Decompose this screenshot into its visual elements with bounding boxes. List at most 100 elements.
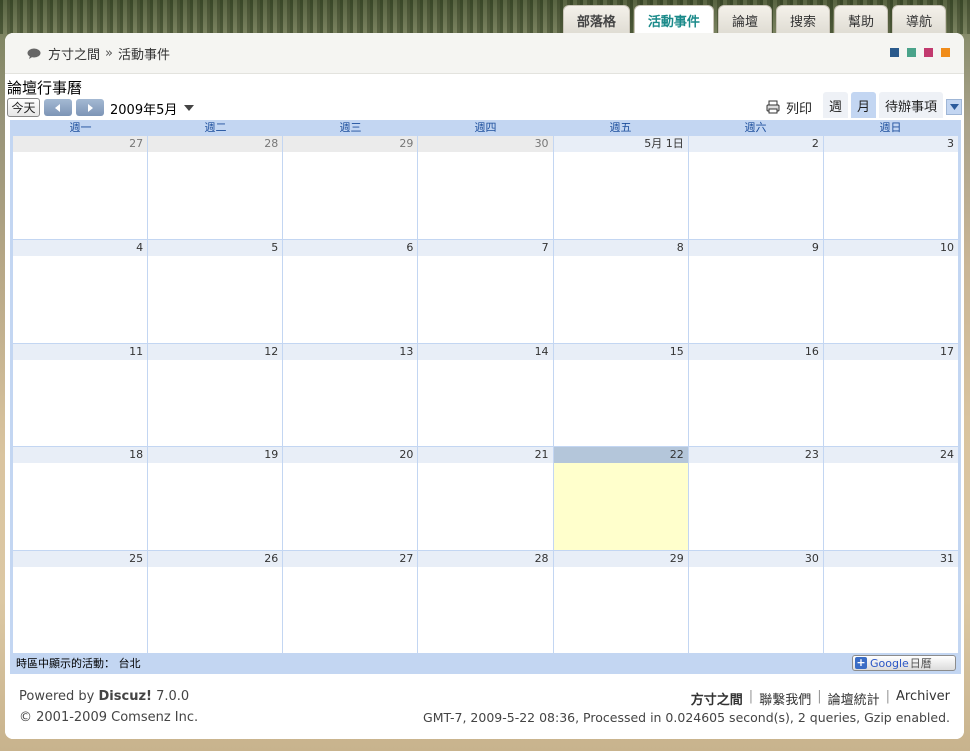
day-number[interactable]: 22: [553, 447, 688, 464]
day-events-area[interactable]: [418, 567, 552, 653]
day-cell[interactable]: 6: [282, 240, 418, 343]
add-to-google-calendar-button[interactable]: + Google 日曆: [852, 655, 956, 672]
day-cell[interactable]: 23: [687, 447, 823, 550]
view-options-dropdown[interactable]: [946, 99, 962, 115]
previous-month-button[interactable]: [44, 99, 72, 116]
day-cell[interactable]: 16: [687, 343, 823, 447]
tab-forum[interactable]: 論壇: [717, 5, 772, 35]
day-number[interactable]: 6: [283, 240, 418, 257]
day-events-area[interactable]: [689, 463, 823, 549]
day-cell[interactable]: 2: [687, 136, 823, 240]
day-number[interactable]: 3: [823, 136, 958, 152]
day-cell[interactable]: 3: [822, 136, 958, 240]
day-number[interactable]: 4: [13, 240, 148, 257]
day-events-area[interactable]: [554, 152, 688, 239]
day-events-area[interactable]: [13, 360, 147, 446]
day-cell[interactable]: 28: [147, 136, 283, 240]
day-events-area[interactable]: [824, 567, 958, 653]
print-button[interactable]: 列印: [766, 96, 812, 118]
tab-week-view[interactable]: 週: [822, 92, 848, 118]
tab-agenda-view[interactable]: 待辦事項: [878, 92, 943, 118]
day-cell[interactable]: 19: [147, 447, 283, 550]
day-cell[interactable]: 12: [147, 343, 283, 447]
day-cell[interactable]: 8: [552, 240, 688, 343]
day-cell[interactable]: 7: [417, 240, 553, 343]
day-events-area[interactable]: [148, 152, 282, 239]
day-events-area[interactable]: [283, 463, 417, 549]
day-cell[interactable]: 13: [282, 343, 418, 447]
day-number[interactable]: 13: [283, 343, 418, 360]
day-events-area[interactable]: [283, 360, 417, 446]
day-number[interactable]: 5: [148, 240, 283, 257]
day-events-area[interactable]: [13, 463, 147, 549]
day-events-area[interactable]: [824, 360, 958, 446]
discuz-link[interactable]: Discuz!: [99, 689, 152, 704]
day-events-area[interactable]: [148, 256, 282, 342]
day-cell[interactable]: 18: [13, 447, 148, 549]
day-cell[interactable]: 27: [282, 550, 418, 653]
tab-navigation[interactable]: 導航: [891, 5, 946, 35]
day-events-area[interactable]: [689, 360, 823, 446]
day-number[interactable]: 29: [553, 550, 688, 567]
day-events-area[interactable]: [13, 152, 147, 239]
footer-link-archiver[interactable]: Archiver: [896, 689, 950, 708]
day-events-area[interactable]: [148, 360, 282, 446]
day-cell[interactable]: 30: [417, 136, 553, 240]
day-number[interactable]: 29: [283, 136, 418, 152]
day-events-area[interactable]: [418, 152, 552, 239]
day-cell[interactable]: 21: [417, 447, 553, 550]
day-cell[interactable]: 31: [822, 550, 958, 653]
day-number[interactable]: 27: [283, 550, 418, 567]
day-events-area[interactable]: [418, 256, 552, 342]
tab-search[interactable]: 搜索: [775, 5, 830, 35]
day-number[interactable]: 30: [688, 550, 823, 567]
day-number[interactable]: 15: [553, 343, 688, 360]
day-cell[interactable]: 20: [282, 447, 418, 550]
day-number[interactable]: 14: [418, 343, 553, 360]
day-events-area[interactable]: [689, 152, 823, 239]
day-events-area[interactable]: [824, 152, 958, 239]
day-number[interactable]: 17: [823, 343, 958, 360]
tab-month-view[interactable]: 月: [850, 92, 876, 118]
day-cell[interactable]: 29: [282, 136, 418, 240]
day-events-area[interactable]: [824, 463, 958, 549]
day-events-area[interactable]: [13, 256, 147, 342]
tab-blog[interactable]: 部落格: [562, 5, 630, 35]
day-number[interactable]: 9: [688, 240, 823, 257]
day-number[interactable]: 19: [148, 447, 283, 464]
breadcrumb-home-link[interactable]: 方寸之間: [48, 44, 100, 63]
day-cell-today[interactable]: 22: [552, 447, 688, 550]
day-number[interactable]: 26: [148, 550, 283, 567]
day-cell[interactable]: 10: [822, 240, 958, 343]
day-number[interactable]: 21: [418, 447, 553, 464]
day-number[interactable]: 2: [688, 136, 823, 152]
day-events-area[interactable]: [13, 567, 147, 653]
day-events-area[interactable]: [418, 463, 552, 549]
day-number[interactable]: 23: [688, 447, 823, 464]
day-events-area[interactable]: [689, 567, 823, 653]
copyright-text[interactable]: © 2001-2009 Comsenz Inc.: [19, 710, 198, 725]
day-cell[interactable]: 9: [687, 240, 823, 343]
day-events-area[interactable]: [418, 360, 552, 446]
day-cell[interactable]: 4: [13, 240, 148, 342]
day-number[interactable]: 27: [13, 136, 148, 152]
footer-link-home[interactable]: 方寸之間: [691, 689, 743, 708]
theme-swatch-green[interactable]: [907, 48, 916, 57]
day-number[interactable]: 28: [418, 550, 553, 567]
day-events-area[interactable]: [283, 152, 417, 239]
day-events-area[interactable]: [824, 256, 958, 342]
day-number[interactable]: 18: [13, 447, 148, 464]
day-number[interactable]: 20: [283, 447, 418, 464]
day-cell[interactable]: 27: [13, 136, 148, 239]
day-number[interactable]: 31: [823, 550, 958, 567]
day-events-area[interactable]: [553, 463, 688, 550]
day-events-area[interactable]: [554, 567, 688, 653]
day-number[interactable]: 8: [553, 240, 688, 257]
next-month-button[interactable]: [76, 99, 104, 116]
theme-swatch-orange[interactable]: [941, 48, 950, 57]
tab-events[interactable]: 活動事件: [633, 5, 714, 35]
day-number[interactable]: 16: [688, 343, 823, 360]
tab-help[interactable]: 幫助: [833, 5, 888, 35]
day-cell[interactable]: 15: [552, 343, 688, 447]
day-events-area[interactable]: [283, 256, 417, 342]
